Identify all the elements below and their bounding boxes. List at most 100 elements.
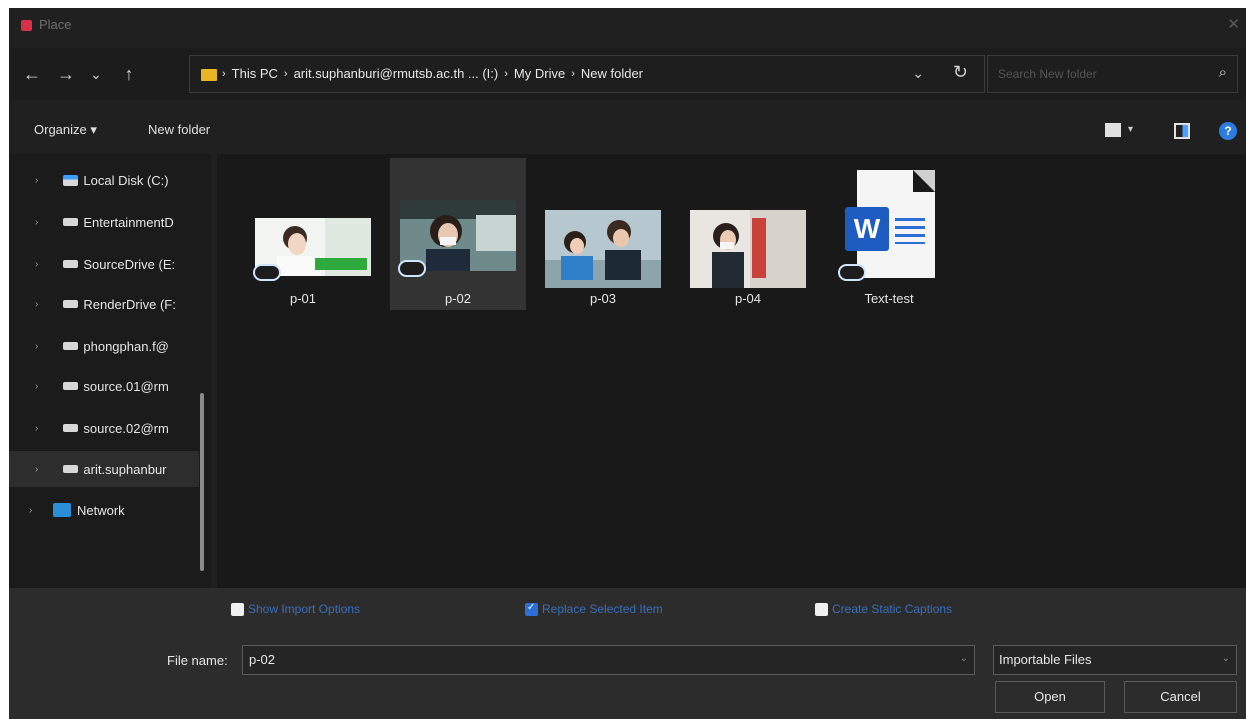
drive-icon (62, 342, 79, 350)
sidebar-item-label: Local Disk (C:) (83, 172, 169, 188)
file-item-p-04[interactable]: p-04 (680, 158, 816, 310)
file-name-field[interactable]: p-02 ⌄ (242, 645, 975, 675)
file-name-label: File name: (167, 653, 228, 668)
breadcrumb-this-pc[interactable]: This PC (232, 66, 278, 81)
drive-icon (62, 424, 79, 432)
sidebar-scrollbar[interactable] (200, 393, 204, 571)
sidebar-item-arit-suphanburi[interactable]: › arit.suphanbur (9, 451, 199, 487)
replace-selected-item-checkbox[interactable]: Replace Selected Item (525, 602, 663, 616)
chevron-right-icon[interactable]: › (35, 341, 49, 352)
chevron-right-icon[interactable]: › (35, 299, 49, 310)
chevron-down-icon[interactable]: ⌄ (1222, 653, 1230, 664)
sidebar-item-local-disk[interactable]: › Local Disk (C:) (9, 162, 199, 198)
new-folder-button[interactable]: New folder (148, 122, 210, 137)
cloud-icon (838, 264, 866, 281)
back-arrow-icon[interactable]: ← (19, 61, 45, 87)
file-list: p-01 p-02 p-03 p-04 W Text-test (217, 154, 1246, 588)
file-item-text-test[interactable]: W Text-test (821, 158, 957, 310)
organize-button[interactable]: Organize ▾ (34, 122, 97, 138)
recent-locations-icon[interactable]: ⌄ (83, 61, 109, 87)
cancel-button[interactable]: Cancel (1124, 681, 1237, 713)
chevron-down-icon[interactable]: ⌄ (912, 65, 924, 82)
sidebar-item-phongphan[interactable]: › phongphan.f@ (9, 328, 199, 364)
sidebar-item-source-01[interactable]: › source.01@rm (9, 368, 199, 404)
network-icon (53, 503, 71, 517)
file-name-value: p-02 (249, 652, 276, 667)
dialog-footer: Show Import Options Replace Selected Ite… (9, 588, 1246, 719)
view-dropdown-icon[interactable]: ▾ (1128, 124, 1133, 135)
image-thumbnail (545, 210, 661, 288)
file-type-select[interactable]: Importable Files ⌄ (993, 645, 1237, 675)
breadcrumb-separator: › (571, 67, 575, 80)
chevron-right-icon[interactable]: › (35, 217, 49, 228)
file-name: Text-test (864, 291, 914, 306)
breadcrumb-separator: › (504, 67, 508, 80)
sidebar-item-source-drive[interactable]: › SourceDrive (E: (9, 246, 199, 282)
sidebar-item-render-drive[interactable]: › RenderDrive (F: (9, 286, 199, 322)
refresh-icon[interactable]: ↻ (953, 62, 968, 83)
breadcrumb-my-drive[interactable]: My Drive (514, 66, 565, 81)
chevron-right-icon[interactable]: › (35, 464, 49, 475)
chevron-right-icon[interactable]: › (35, 423, 49, 434)
help-icon[interactable]: ? (1219, 122, 1237, 140)
folder-icon (201, 69, 217, 81)
chevron-right-icon[interactable]: › (35, 381, 49, 392)
file-item-p-03[interactable]: p-03 (535, 158, 671, 310)
file-item-p-02[interactable]: p-02 (390, 158, 526, 310)
chevron-right-icon[interactable]: › (35, 175, 49, 186)
sidebar-item-source-02[interactable]: › source.02@rm (9, 410, 199, 446)
sidebar-item-label: phongphan.f@ (83, 338, 169, 354)
document-lines (895, 218, 925, 244)
create-static-captions-checkbox[interactable]: Create Static Captions (815, 602, 952, 616)
close-icon[interactable]: ✕ (1227, 15, 1240, 33)
search-placeholder: Search New folder (998, 67, 1097, 81)
image-thumbnail (690, 210, 806, 288)
file-item-p-01[interactable]: p-01 (235, 158, 371, 310)
drive-icon (62, 218, 79, 226)
sidebar-item-network[interactable]: › Network (9, 492, 199, 528)
sidebar-item-label: Network (77, 502, 125, 518)
cloud-icon (253, 264, 281, 281)
sidebar-item-label: arit.suphanbur (83, 461, 167, 477)
breadcrumb-new-folder[interactable]: New folder (581, 66, 643, 81)
breadcrumb-separator: › (283, 67, 288, 80)
sidebar-item-label: EntertainmentD (83, 214, 174, 230)
file-name: p-04 (734, 291, 762, 306)
address-bar[interactable]: › This PC › arit.suphanburi@rmutsb.ac.th… (189, 55, 985, 93)
view-options-icon[interactable] (1105, 123, 1121, 137)
chevron-right-icon[interactable]: › (29, 505, 43, 516)
open-button[interactable]: Open (995, 681, 1105, 713)
title-bar: Place ✕ (9, 8, 1246, 44)
forward-arrow-icon[interactable]: → (53, 61, 79, 87)
sidebar-item-entertainment-drive[interactable]: › EntertainmentD (9, 204, 199, 240)
preview-pane-icon[interactable] (1174, 123, 1190, 139)
sidebar-item-label: SourceDrive (E: (83, 256, 176, 272)
page-fold (913, 170, 935, 192)
place-dialog: Place ✕ ← → ⌄ ↑ › This PC › arit.suphanb… (9, 8, 1246, 719)
file-type-value: Importable Files (999, 652, 1092, 667)
file-name: p-03 (589, 291, 617, 306)
search-icon[interactable]: ⌕ (1219, 64, 1227, 81)
drive-icon (62, 382, 79, 390)
window-title: Place (39, 17, 72, 32)
checkbox-label: Show Import Options (248, 602, 361, 616)
word-document-icon: W (845, 170, 935, 278)
breadcrumb-separator: › (222, 67, 226, 80)
checkbox-box[interactable] (815, 602, 828, 616)
checkbox-box[interactable] (525, 602, 538, 616)
app-icon (21, 20, 32, 31)
file-name: p-01 (289, 291, 317, 306)
chevron-right-icon[interactable]: › (35, 259, 49, 270)
navigation-bar: ← → ⌄ ↑ › This PC › arit.suphanburi@rmut… (9, 48, 1246, 100)
command-toolbar: Organize ▾ New folder ▾ ? (9, 116, 1246, 146)
navigation-pane: › Local Disk (C:) › EntertainmentD › Sou… (9, 154, 211, 588)
show-import-options-checkbox[interactable]: Show Import Options (231, 602, 360, 616)
word-icon: W (845, 207, 889, 251)
drive-icon (62, 465, 79, 473)
search-input[interactable]: Search New folder ⌕ (987, 55, 1238, 93)
breadcrumb: › This PC › arit.suphanburi@rmutsb.ac.th… (222, 66, 643, 81)
breadcrumb-drive[interactable]: arit.suphanburi@rmutsb.ac.th ... (I:) (294, 66, 499, 81)
checkbox-box[interactable] (231, 602, 244, 616)
chevron-down-icon[interactable]: ⌄ (960, 653, 968, 664)
up-arrow-icon[interactable]: ↑ (116, 61, 142, 87)
